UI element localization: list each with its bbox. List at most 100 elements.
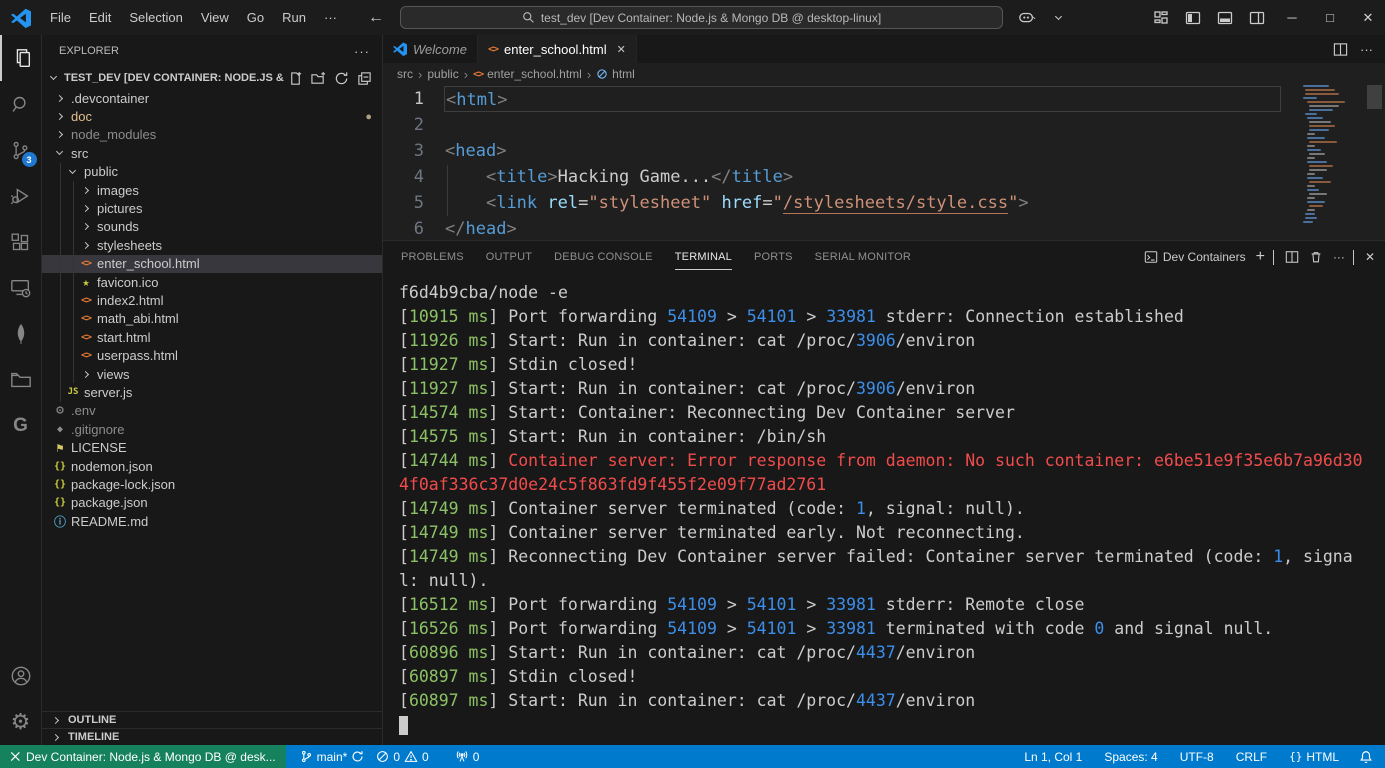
tree-item-readme-md[interactable]: ⓘREADME.md [42,512,382,530]
problems-indicator[interactable]: 0 0 [370,745,434,768]
tree-item-index2-html[interactable]: <>index2.html [42,291,382,309]
line-number: 3 [383,138,445,164]
copilot-icon[interactable] [1013,0,1041,35]
activity-remote-explorer-icon[interactable] [0,265,42,311]
collapse-all-icon[interactable] [357,71,372,86]
tree-item-images[interactable]: images [42,181,382,199]
language-mode[interactable]: {} HTML [1283,745,1345,768]
status-bar: Dev Container: Node.js & Mongo DB @ desk… [0,745,1385,768]
close-button[interactable]: ✕ [1351,0,1385,35]
minimize-button[interactable]: ─ [1275,0,1309,35]
panel-tab-ports[interactable]: PORTS [754,245,793,270]
panel-tab-serial-monitor[interactable]: SERIAL MONITOR [815,245,911,270]
menu-go[interactable]: Go [238,0,273,35]
toggle-secondary-sidebar-icon[interactable] [1243,0,1271,35]
panel-more-actions-icon[interactable]: ··· [1333,250,1345,264]
new-folder-icon[interactable] [311,71,326,86]
tree-item-pictures[interactable]: pictures [42,199,382,217]
copilot-dropdown-icon[interactable] [1045,0,1073,35]
tree-item-src[interactable]: src [42,144,382,162]
breadcrumb-item-html[interactable]: html [596,67,635,81]
tree-item-doc[interactable]: doc● [42,107,382,125]
tree-item--gitignore[interactable]: ◆.gitignore [42,420,382,438]
tree-item-package-json[interactable]: {}package.json [42,494,382,512]
menu-view[interactable]: View [192,0,238,35]
activity-run-debug-icon[interactable] [0,173,42,219]
remote-indicator[interactable]: Dev Container: Node.js & Mongo DB @ desk… [0,745,286,768]
editor-more-actions-icon[interactable]: ··· [1360,42,1373,57]
tree-item-nodemon-json[interactable]: {}nodemon.json [42,457,382,475]
activity-explorer-icon[interactable] [0,35,42,81]
notifications-bell-icon[interactable] [1353,745,1379,768]
cursor-position[interactable]: Ln 1, Col 1 [1018,745,1088,768]
tree-item-stylesheets[interactable]: stylesheets [42,236,382,254]
split-editor-icon[interactable] [1333,42,1348,57]
new-file-icon[interactable] [288,71,303,86]
command-center-search[interactable]: test_dev [Dev Container: Node.js & Mongo… [400,6,1003,29]
refresh-icon[interactable] [334,71,349,86]
eol-sequence[interactable]: CRLF [1230,745,1273,768]
menu-more-icon[interactable]: ··· [315,0,346,35]
settings-gear-icon[interactable]: ⚙ [0,699,42,745]
toggle-panel-icon[interactable] [1211,0,1239,35]
tab-welcome[interactable]: Welcome [383,35,478,63]
workspace-section-header[interactable]: TEST_DEV [DEV CONTAINER: NODE.JS & MONGO… [42,67,382,89]
panel-tab-output[interactable]: OUTPUT [486,245,532,270]
panel-tab-debug-console[interactable]: DEBUG CONSOLE [554,245,653,270]
back-icon[interactable]: ← [368,9,384,27]
ports-count: 0 [473,750,480,764]
activity-source-control-icon[interactable]: 3 [0,127,42,173]
tab-close-icon[interactable]: ✕ [617,43,626,56]
tree-item-server-js[interactable]: JSserver.js [42,383,382,401]
account-icon[interactable] [0,653,42,699]
tree-item-package-lock-json[interactable]: {}package-lock.json [42,475,382,493]
indentation[interactable]: Spaces: 4 [1098,745,1163,768]
tree-item-license[interactable]: ⚑LICENSE [42,438,382,456]
panel-tab-problems[interactable]: PROBLEMS [401,245,464,270]
activity-gitlens-icon[interactable]: G [0,403,42,449]
toggle-sidebar-icon[interactable] [1179,0,1207,35]
outline-section[interactable]: OUTLINE [42,711,382,728]
tree-item-start-html[interactable]: <>start.html [42,328,382,346]
code-editor[interactable]: 1<html>23<head>4 <title>Hacking Game...<… [383,85,1385,240]
menu-selection[interactable]: Selection [120,0,191,35]
new-terminal-icon[interactable]: + [1256,248,1265,266]
remote-icon [8,750,21,763]
editor-scrollbar-thumb[interactable] [1367,85,1382,109]
breadcrumb-item-src[interactable]: src [397,67,413,81]
tree-item--devcontainer[interactable]: .devcontainer [42,89,382,107]
panel-tab-terminal[interactable]: TERMINAL [675,245,732,270]
activity-containers-icon[interactable] [0,357,42,403]
tree-item-enter-school-html[interactable]: <>enter_school.html [42,255,382,273]
close-panel-icon[interactable]: ✕ [1365,250,1375,264]
activity-extensions-icon[interactable] [0,219,42,265]
tree-item-public[interactable]: public [42,163,382,181]
tree-item--env[interactable]: ⚙.env [42,402,382,420]
terminal-profile[interactable]: Dev Containers [1144,250,1246,264]
menu-file[interactable]: File [41,0,80,35]
split-terminal-icon[interactable] [1285,250,1299,264]
ports-indicator[interactable]: 0 [449,745,486,768]
branch-indicator[interactable]: main* [294,745,371,768]
tree-item-userpass-html[interactable]: <>userpass.html [42,346,382,364]
minimap[interactable] [1301,85,1361,245]
tree-item-views[interactable]: views [42,365,382,383]
explorer-more-actions-icon[interactable]: ··· [354,44,370,59]
activity-search-icon[interactable] [0,81,42,127]
customize-layout-icon[interactable] [1147,0,1175,35]
breadcrumb-item-enter-school-html[interactable]: <>enter_school.html [473,67,582,81]
encoding[interactable]: UTF-8 [1174,745,1220,768]
tab-enter-school[interactable]: <> enter_school.html ✕ [478,35,637,63]
tree-item-sounds[interactable]: sounds [42,218,382,236]
tree-item-math-abi-html[interactable]: <>math_abi.html [42,310,382,328]
kill-terminal-icon[interactable] [1309,250,1323,264]
terminal-output[interactable]: f6d4b9cba/node -e[10915 ms] Port forward… [383,273,1385,735]
menu-run[interactable]: Run [273,0,315,35]
activity-mongodb-icon[interactable] [0,311,42,357]
timeline-section[interactable]: TIMELINE [42,728,382,745]
maximize-button[interactable]: □ [1313,0,1347,35]
menu-edit[interactable]: Edit [80,0,120,35]
breadcrumb-item-public[interactable]: public [427,67,458,81]
tree-item-node-modules[interactable]: node_modules [42,126,382,144]
tree-item-favicon-ico[interactable]: ★favicon.ico [42,273,382,291]
